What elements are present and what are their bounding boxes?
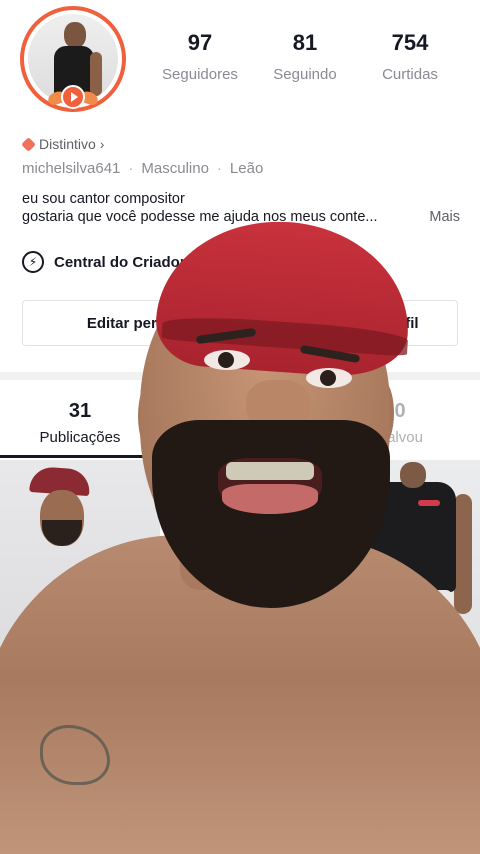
stat-following-label: Seguindo bbox=[273, 66, 337, 83]
gender: Masculino bbox=[141, 160, 209, 177]
thumbnail-head bbox=[400, 462, 426, 488]
person-brow bbox=[299, 344, 361, 364]
video-thumbnail[interactable] bbox=[0, 460, 160, 854]
thumbnail-shirt bbox=[370, 482, 456, 592]
person-mouth bbox=[218, 458, 322, 514]
person-lip bbox=[222, 484, 318, 514]
meta-separator: · bbox=[128, 160, 134, 177]
person-eye bbox=[204, 350, 250, 370]
profile-meta: michelsilva641 · Masculino · Leão bbox=[22, 160, 263, 177]
tab-posts[interactable]: 31 Publicações bbox=[0, 380, 160, 458]
bio-more-link[interactable]: Mais bbox=[429, 208, 460, 226]
profile-stats: 97 Seguidores 81 Seguindo 754 Curtidas bbox=[150, 30, 460, 83]
stat-following[interactable]: 81 Seguindo bbox=[255, 30, 355, 83]
profile-tabs: 31 Publicações 0 Salvou bbox=[0, 380, 480, 458]
chevron-right-icon: › bbox=[99, 136, 105, 152]
tab-saved[interactable]: 0 Salvou bbox=[320, 380, 480, 458]
person-neck bbox=[180, 470, 340, 590]
stat-followers-label: Seguidores bbox=[162, 66, 238, 83]
avatar-head bbox=[64, 22, 86, 48]
section-divider bbox=[0, 372, 480, 380]
creator-center-label: Central do Criador bbox=[54, 253, 186, 271]
diamond-badge-icon bbox=[21, 136, 36, 152]
zodiac: Leão bbox=[229, 160, 264, 177]
video-thumbnail[interactable] bbox=[320, 460, 480, 854]
username: michelsilva641 bbox=[22, 160, 121, 177]
person-cap bbox=[153, 213, 415, 381]
badge-link[interactable]: Distintivo › bbox=[21, 136, 105, 152]
person-teeth bbox=[226, 462, 314, 480]
share-profile-button[interactable]: Compartilhar perfil bbox=[245, 300, 458, 346]
tab-saved-label: Salvou bbox=[377, 429, 423, 446]
profile-actions: Editar perfil Compartilhar perfil bbox=[22, 300, 458, 346]
edit-profile-button[interactable]: Editar perfil bbox=[22, 300, 235, 346]
thumbnail-arm bbox=[454, 494, 472, 614]
tab-posts-label: Publicações bbox=[39, 429, 121, 446]
thumbnail-beard bbox=[42, 520, 82, 546]
creator-center-link[interactable]: ⚡ Central do Criador bbox=[22, 251, 186, 273]
tab-middle[interactable] bbox=[160, 380, 320, 458]
stat-followers-value: 97 bbox=[187, 30, 213, 55]
bio-line-1: eu sou cantor compositor bbox=[22, 191, 185, 207]
lightning-bolt-icon: ⚡ bbox=[22, 251, 44, 273]
tab-posts-count: 31 bbox=[68, 400, 92, 422]
stat-likes-value: 754 bbox=[391, 30, 429, 55]
badge-label: Distintivo bbox=[39, 136, 96, 152]
bio-line-2: gostaria que você podesse me ajuda nos m… bbox=[22, 209, 378, 225]
stat-followers[interactable]: 97 Seguidores bbox=[150, 30, 250, 83]
stat-likes[interactable]: 754 Curtidas bbox=[360, 30, 460, 83]
thumbnail-pants bbox=[376, 590, 452, 630]
profile-bio: eu sou cantor compositor gostaria que vo… bbox=[22, 190, 462, 226]
live-badge-icon[interactable] bbox=[46, 82, 100, 112]
meta-separator: · bbox=[216, 160, 222, 177]
live-play-icon bbox=[61, 85, 85, 109]
thumbnail-shirt-logo bbox=[418, 500, 440, 506]
tab-saved-count: 0 bbox=[394, 400, 406, 422]
stat-likes-label: Curtidas bbox=[382, 66, 438, 83]
stat-following-value: 81 bbox=[292, 30, 318, 55]
